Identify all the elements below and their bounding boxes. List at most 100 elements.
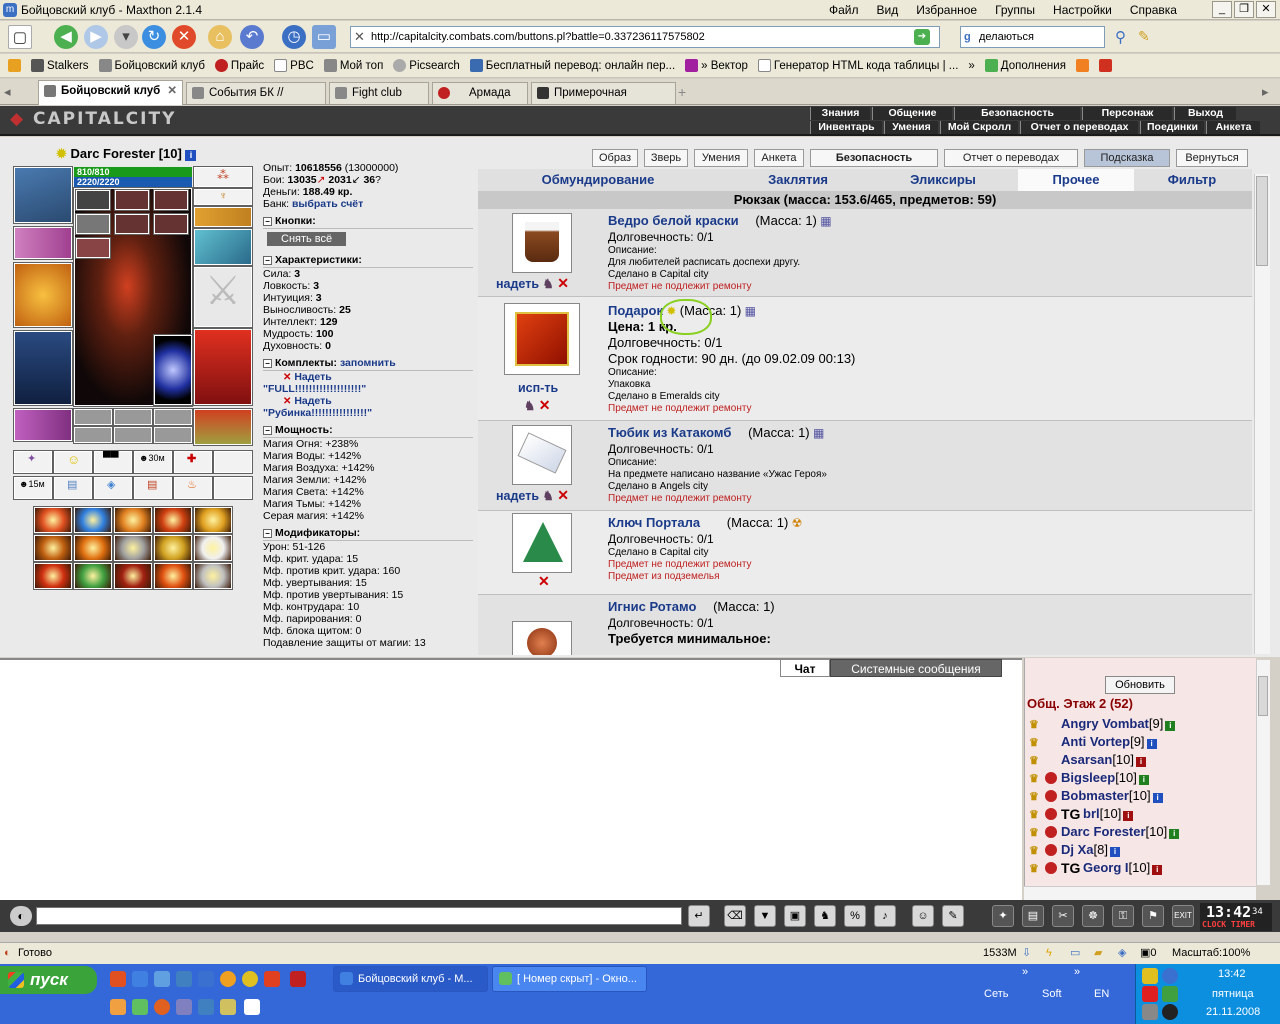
- highlight-icon[interactable]: ✎: [1138, 28, 1150, 45]
- tray-app-icon[interactable]: [198, 999, 214, 1015]
- menu-help[interactable]: Справка: [1121, 3, 1186, 17]
- delete-icon[interactable]: ✕: [557, 275, 569, 291]
- quick-slot-2[interactable]: ☺: [53, 450, 93, 474]
- player-icon[interactable]: [242, 971, 258, 987]
- nav-skills[interactable]: Умения: [884, 121, 938, 134]
- chat-area[interactable]: [0, 658, 1022, 900]
- nav-my-scroll[interactable]: Мой Скролл: [940, 121, 1018, 134]
- remember-set-link[interactable]: запомнить: [340, 357, 396, 369]
- tab-other[interactable]: Прочее: [1018, 169, 1134, 191]
- folder-icon[interactable]: ▰: [1094, 943, 1102, 963]
- tray-icon[interactable]: [1162, 968, 1178, 984]
- flash-icon[interactable]: ϟ: [1046, 943, 1052, 963]
- spell-slot[interactable]: [113, 562, 153, 590]
- rings-slot[interactable]: [193, 206, 253, 228]
- bookmark-vector[interactable]: » Вектор: [685, 59, 748, 72]
- quick-slot-11[interactable]: ♨: [173, 476, 213, 500]
- set-1-name[interactable]: "FULL!!!!!!!!!!!!!!!!!!!": [263, 383, 473, 395]
- security-button[interactable]: Безопасность: [810, 149, 938, 167]
- scroll-slot-1[interactable]: [75, 213, 111, 235]
- bookmark-price[interactable]: Прайс: [214, 59, 264, 72]
- save-icon[interactable]: ▣: [784, 905, 806, 927]
- buttons-section[interactable]: − Кнопки:: [263, 213, 473, 229]
- start-button[interactable]: пуск: [0, 966, 97, 994]
- task-fightclub[interactable]: Бойцовский клуб - М...: [333, 966, 488, 992]
- private-message-icon[interactable]: ♛: [1029, 844, 1041, 857]
- tab-elixirs[interactable]: Эликсиры: [878, 169, 1008, 191]
- item-name[interactable]: Ключ Портала: [608, 515, 700, 530]
- ring-slot-3[interactable]: [153, 189, 189, 211]
- belt-slot[interactable]: [13, 408, 73, 442]
- remove-icon[interactable]: ✕: [283, 372, 291, 383]
- tab-armada[interactable]: Армада: [432, 82, 528, 104]
- tab-darkclan[interactable]: Примерочная DarkClan: [531, 82, 676, 119]
- home-icon[interactable]: ⌂: [208, 25, 232, 49]
- menu-favorites[interactable]: Избранное: [907, 3, 986, 17]
- popup-icon[interactable]: ◈: [1118, 943, 1126, 963]
- rune-slot-6[interactable]: [153, 426, 193, 444]
- stop-icon[interactable]: ✕: [172, 25, 196, 49]
- task-chat-window[interactable]: [ Номер скрыт] - Окно...: [492, 966, 647, 992]
- refresh-icon[interactable]: ↻: [142, 25, 166, 49]
- tab-menu-icon[interactable]: ◂: [4, 84, 11, 100]
- rune-slot-5[interactable]: [113, 426, 153, 444]
- online-user[interactable]: ♛ Asarsan[10] i: [1025, 752, 1256, 770]
- pet-button[interactable]: Зверь: [644, 149, 688, 167]
- use-link[interactable]: исп-ть: [518, 381, 558, 395]
- user-info-icon[interactable]: i: [1138, 775, 1149, 785]
- tab-scroll-icon[interactable]: ▸: [1262, 84, 1269, 100]
- spell-slot[interactable]: [33, 534, 73, 562]
- scroll-slot-3[interactable]: [153, 213, 189, 235]
- new-tab-icon[interactable]: +: [678, 84, 686, 100]
- bookmark-fightclub[interactable]: Бойцовский клуб: [98, 59, 205, 72]
- nav-fights[interactable]: Поединки: [1140, 121, 1204, 134]
- tray-app-icon[interactable]: [110, 999, 126, 1015]
- delete-icon[interactable]: ✕: [539, 397, 551, 413]
- online-user-name[interactable]: brl: [1083, 806, 1100, 821]
- send-icon[interactable]: ↵: [688, 905, 710, 927]
- item-image[interactable]: [504, 303, 580, 375]
- restore-button[interactable]: ❐: [1234, 1, 1254, 18]
- nav-inventory[interactable]: Инвентарь: [810, 121, 882, 134]
- toolbar-more-2[interactable]: »: [1074, 966, 1080, 978]
- zoom-level[interactable]: Масштаб:100%: [1172, 943, 1250, 963]
- item-image[interactable]: [512, 213, 572, 273]
- tray-app-icon[interactable]: [176, 999, 192, 1015]
- quick-slot-12[interactable]: [213, 476, 253, 500]
- toolbar-network[interactable]: Сеть: [984, 988, 1008, 1000]
- delete-icon[interactable]: ✕: [538, 573, 550, 589]
- online-user[interactable]: ♛ Anti Vortep[9] i: [1025, 734, 1256, 752]
- online-user[interactable]: ♛ TG Georg I[10] i: [1025, 860, 1256, 878]
- tray-icon[interactable]: [1162, 986, 1178, 1002]
- toolbar-more-1[interactable]: »: [1022, 966, 1028, 978]
- language-indicator[interactable]: EN: [1094, 988, 1109, 1000]
- user-info-icon[interactable]: i: [1146, 739, 1157, 749]
- spell-slot[interactable]: [193, 534, 233, 562]
- history-dropdown-icon[interactable]: ▾: [114, 25, 138, 49]
- spell-slot[interactable]: [193, 562, 233, 590]
- tray-app-icon[interactable]: [132, 999, 148, 1015]
- equip-link[interactable]: надеть ♞ ✕: [496, 487, 569, 504]
- map-icon[interactable]: ☸: [1082, 905, 1104, 927]
- lock-icon[interactable]: ⚿: [1112, 905, 1134, 927]
- maxthon-quick-icon[interactable]: [132, 971, 148, 987]
- private-message-icon[interactable]: ♛: [1029, 826, 1041, 839]
- item-name[interactable]: Подарок: [608, 303, 663, 318]
- nav-communication[interactable]: Общение: [872, 107, 952, 120]
- smiles-icon[interactable]: ☺: [912, 905, 934, 927]
- bookmarks-more[interactable]: »: [968, 60, 974, 72]
- toolbar-soft[interactable]: Soft: [1042, 988, 1062, 1000]
- go-icon[interactable]: ➔: [914, 29, 930, 45]
- equip-link[interactable]: надеть ♞ ✕: [496, 275, 569, 292]
- scissors-icon[interactable]: ✂: [1052, 905, 1074, 927]
- online-user-name[interactable]: Bigsleep: [1061, 770, 1115, 785]
- hint-button[interactable]: Подсказка: [1084, 149, 1170, 167]
- bookmark-pbc[interactable]: PBC: [274, 59, 314, 72]
- tray-icon[interactable]: [1142, 968, 1158, 984]
- nav-transfer-report[interactable]: Отчет о переводах: [1020, 121, 1138, 134]
- collapse-icon[interactable]: −: [263, 426, 272, 435]
- minimize-button[interactable]: _: [1212, 1, 1232, 18]
- user-info-icon[interactable]: i: [1165, 721, 1176, 731]
- quick-slot-6[interactable]: [213, 450, 253, 474]
- private-message-icon[interactable]: ♛: [1029, 808, 1041, 821]
